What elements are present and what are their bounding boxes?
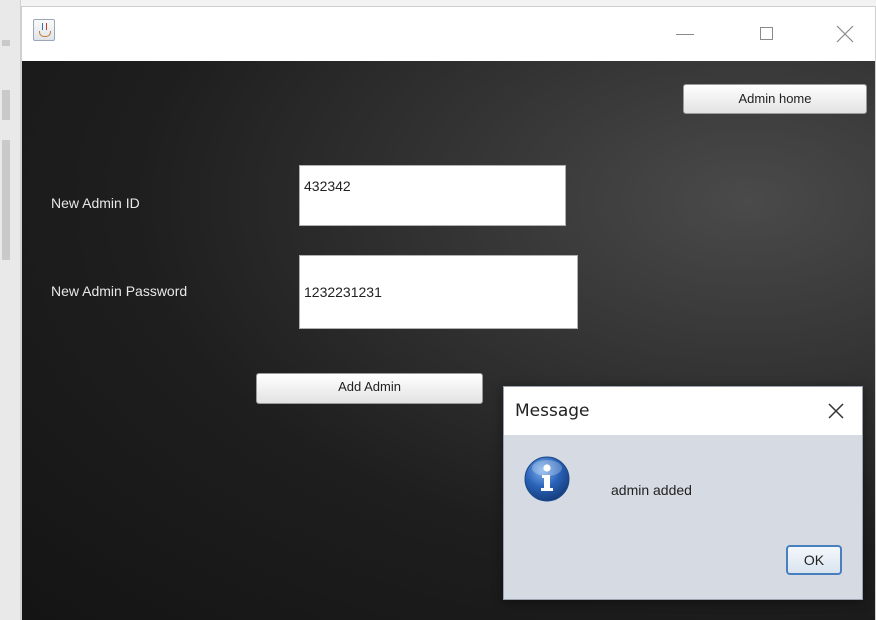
background-window-edge [0, 0, 21, 620]
maximize-button[interactable] [744, 15, 790, 53]
dialog-title-bar: Message [504, 387, 862, 435]
close-icon [836, 25, 854, 43]
add-admin-button[interactable]: Add Admin [256, 373, 483, 404]
background-mark [2, 140, 10, 260]
ok-button[interactable]: OK [786, 545, 842, 575]
java-app-icon [33, 19, 55, 41]
info-icon [523, 455, 571, 503]
close-icon [828, 403, 844, 419]
dialog-message: admin added [611, 482, 692, 498]
close-button[interactable] [822, 15, 868, 53]
title-bar [22, 7, 875, 61]
message-dialog: Message admin added OK [503, 386, 863, 600]
dialog-title: Message [515, 401, 590, 421]
admin-home-button[interactable]: Admin home [683, 84, 867, 114]
new-admin-password-label: New Admin Password [51, 283, 188, 299]
new-admin-password-field[interactable]: 1232231231 [299, 255, 578, 329]
maximize-icon [760, 27, 773, 40]
minimize-button[interactable] [662, 15, 708, 53]
minimize-icon [676, 34, 694, 35]
background-mark [2, 40, 10, 46]
new-admin-id-label: New Admin ID [51, 195, 140, 211]
new-admin-id-field[interactable]: 432342 [299, 165, 566, 226]
dialog-close-button[interactable] [826, 401, 846, 421]
new-admin-password-value: 1232231231 [304, 284, 382, 300]
background-mark [2, 90, 10, 120]
